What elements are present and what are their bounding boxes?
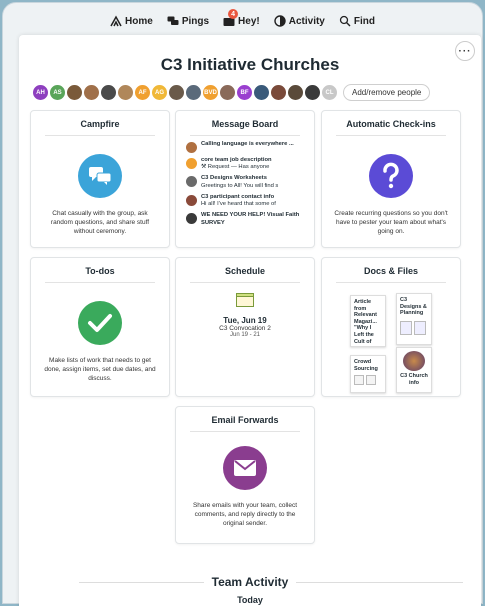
- card-title: Message Board: [190, 119, 300, 136]
- checkmark-icon: [78, 301, 122, 345]
- avatar[interactable]: CL: [322, 85, 337, 100]
- app-window: Home Pings 4 Hey! Activity Find ··· C3 I…: [2, 2, 483, 606]
- today-heading: Today: [237, 595, 263, 605]
- folder-label: C3 Church info: [400, 373, 428, 386]
- message-item[interactable]: C3 participant contact info Hi all! I've …: [186, 194, 306, 208]
- message-text: Calling language is everywhere ...: [201, 141, 294, 147]
- campfire-chat-icon: [78, 154, 122, 198]
- card-schedule[interactable]: Schedule Tue, Jun 19 C3 Convocation 2 Ju…: [175, 257, 315, 397]
- card-title: Automatic Check-ins: [336, 119, 446, 136]
- envelope-icon: [223, 446, 267, 490]
- avatar[interactable]: [84, 85, 99, 100]
- avatar[interactable]: AG: [152, 85, 167, 100]
- folder-thumbnail[interactable]: C3 Church info: [396, 347, 432, 393]
- avatar[interactable]: [67, 85, 82, 100]
- top-nav: Home Pings 4 Hey! Activity Find: [3, 3, 482, 39]
- avatar-list: AH AS AF AG BVD BF CL: [33, 85, 337, 100]
- avatar: [186, 176, 197, 188]
- message-text: C3 participant contact info Hi all! I've …: [201, 193, 276, 208]
- search-icon: [339, 15, 351, 27]
- card-message-board[interactable]: Message Board Calling language is everyw…: [175, 110, 315, 248]
- card-title: To-dos: [45, 266, 155, 283]
- nav-activity[interactable]: Activity: [274, 15, 325, 27]
- card-title: Schedule: [190, 266, 300, 283]
- nav-activity-label: Activity: [288, 15, 325, 27]
- card-todos[interactable]: To-dos Make lists of work that needs to …: [30, 257, 170, 397]
- avatar[interactable]: [118, 85, 133, 100]
- doc-label: Crowd Sourcing: [354, 359, 378, 372]
- nav-find[interactable]: Find: [339, 15, 375, 27]
- team-activity-label: Team Activity: [203, 575, 297, 589]
- project-title: C3 Initiative Churches: [160, 55, 340, 74]
- folder-thumbnail[interactable]: C3 Designs & Planning: [396, 293, 432, 345]
- nav-hey-label: Hey!: [238, 15, 260, 27]
- avatar[interactable]: [288, 85, 303, 100]
- team-activity-title: Team Activity: [19, 575, 481, 589]
- home-icon: [110, 15, 122, 27]
- avatar[interactable]: AS: [50, 85, 65, 100]
- message-list: Calling language is everywhere ... core t…: [176, 136, 314, 227]
- nav-hey[interactable]: 4 Hey!: [223, 9, 260, 27]
- project-sheet: ··· C3 Initiative Churches AH AS AF AG BVD BF…: [19, 35, 481, 606]
- card-email-forwards[interactable]: Email Forwards Share emails with your te…: [175, 406, 315, 544]
- nav-pings[interactable]: Pings: [167, 15, 209, 27]
- folder-label: C3 Designs & Planning: [400, 297, 427, 317]
- avatar[interactable]: AH: [33, 85, 48, 100]
- avatar[interactable]: [220, 85, 235, 100]
- avatar[interactable]: [254, 85, 269, 100]
- card-description: Create recurring questions so you don't …: [334, 210, 448, 235]
- people-bar: AH AS AF AG BVD BF CL Add/remove people: [33, 84, 431, 101]
- add-remove-people-button[interactable]: Add/remove people: [343, 84, 431, 101]
- church-photo-icon: [403, 351, 425, 371]
- message-item[interactable]: C3 Designs Worksheets Greetings to All! Y…: [186, 175, 306, 189]
- avatar[interactable]: [305, 85, 320, 100]
- schedule-date: Tue, Jun 19: [223, 316, 267, 325]
- avatar[interactable]: BF: [237, 85, 252, 100]
- nav-home-label: Home: [125, 15, 153, 27]
- avatar[interactable]: AF: [135, 85, 150, 100]
- nav-home[interactable]: Home: [110, 15, 153, 27]
- avatar: [186, 213, 197, 225]
- card-title: Campfire: [45, 119, 155, 136]
- card-campfire[interactable]: Campfire Chat casually with the group, a…: [30, 110, 170, 248]
- message-item[interactable]: WE NEED YOUR HELP! Visual Faith SURVEY: [186, 212, 306, 226]
- nav-find-label: Find: [353, 15, 375, 27]
- docs-preview: Article from Relevant Magazi... "Why I L…: [322, 283, 460, 393]
- card-description: Share emails with your team, collect com…: [192, 502, 298, 527]
- notification-badge: 4: [228, 9, 239, 19]
- avatar[interactable]: [186, 85, 201, 100]
- card-title: Docs & Files: [336, 266, 446, 283]
- message-text: core team job description ⚒ Request — Has…: [201, 157, 272, 171]
- message-item[interactable]: Calling language is everywhere ...: [186, 141, 306, 153]
- avatar[interactable]: [271, 85, 286, 100]
- avatar: [186, 158, 197, 169]
- message-text: WE NEED YOUR HELP! Visual Faith SURVEY: [201, 212, 300, 226]
- avatar[interactable]: [169, 85, 184, 100]
- avatar: [186, 142, 197, 153]
- avatar: [186, 194, 197, 206]
- chat-bubbles-icon: [167, 16, 179, 25]
- card-docs-files[interactable]: Docs & Files Article from Relevant Magaz…: [321, 257, 461, 397]
- avatar[interactable]: [101, 85, 116, 100]
- activity-icon: [274, 15, 286, 27]
- nav-pings-label: Pings: [181, 15, 210, 27]
- doc-thumbnail[interactable]: Crowd Sourcing: [350, 355, 386, 393]
- card-description: Make lists of work that needs to get don…: [44, 357, 156, 382]
- calendar-icon: [236, 293, 254, 307]
- schedule-event[interactable]: C3 Convocation 2: [176, 325, 314, 332]
- avatar[interactable]: BVD: [203, 85, 218, 100]
- message-text: C3 Designs Worksheets Greetings to All! Y…: [201, 175, 279, 189]
- card-title: Email Forwards: [190, 415, 300, 432]
- doc-thumbnail[interactable]: Article from Relevant Magazi... "Why I L…: [350, 295, 386, 347]
- card-checkins[interactable]: Automatic Check-ins Create recurring que…: [321, 110, 461, 248]
- schedule-range: Jun 19 - 21: [229, 332, 261, 338]
- question-mark-icon: [369, 154, 413, 198]
- card-description: Chat casually with the group, ask random…: [50, 210, 150, 235]
- message-item[interactable]: core team job description ⚒ Request — Has…: [186, 157, 306, 171]
